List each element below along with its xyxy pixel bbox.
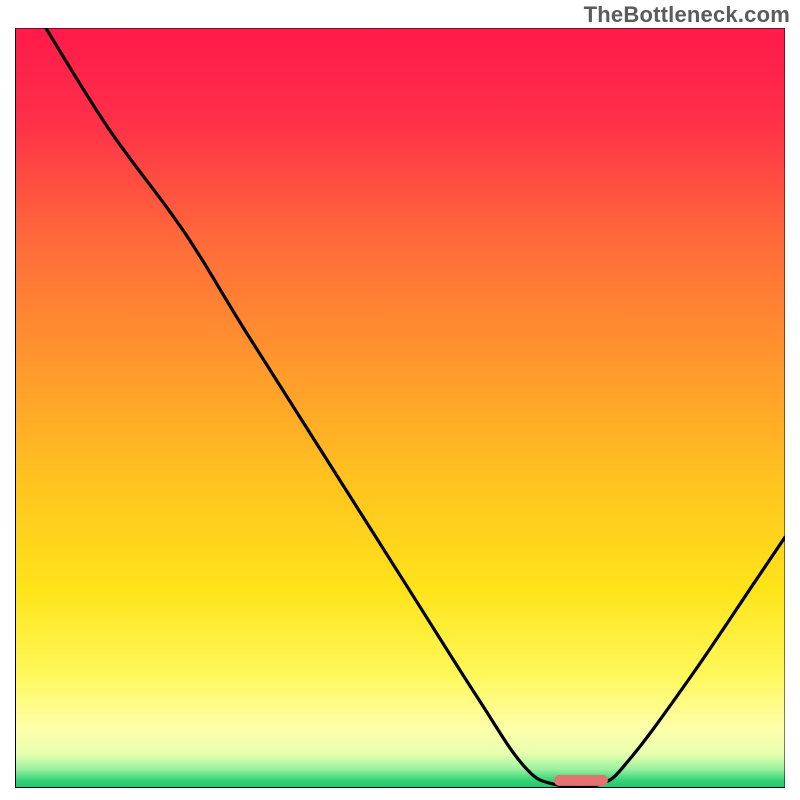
optimum-marker	[554, 775, 608, 786]
gradient-background	[15, 28, 785, 788]
bottleneck-chart	[15, 28, 785, 788]
attribution-text: TheBottleneck.com	[584, 2, 790, 28]
chart-svg	[15, 28, 785, 788]
